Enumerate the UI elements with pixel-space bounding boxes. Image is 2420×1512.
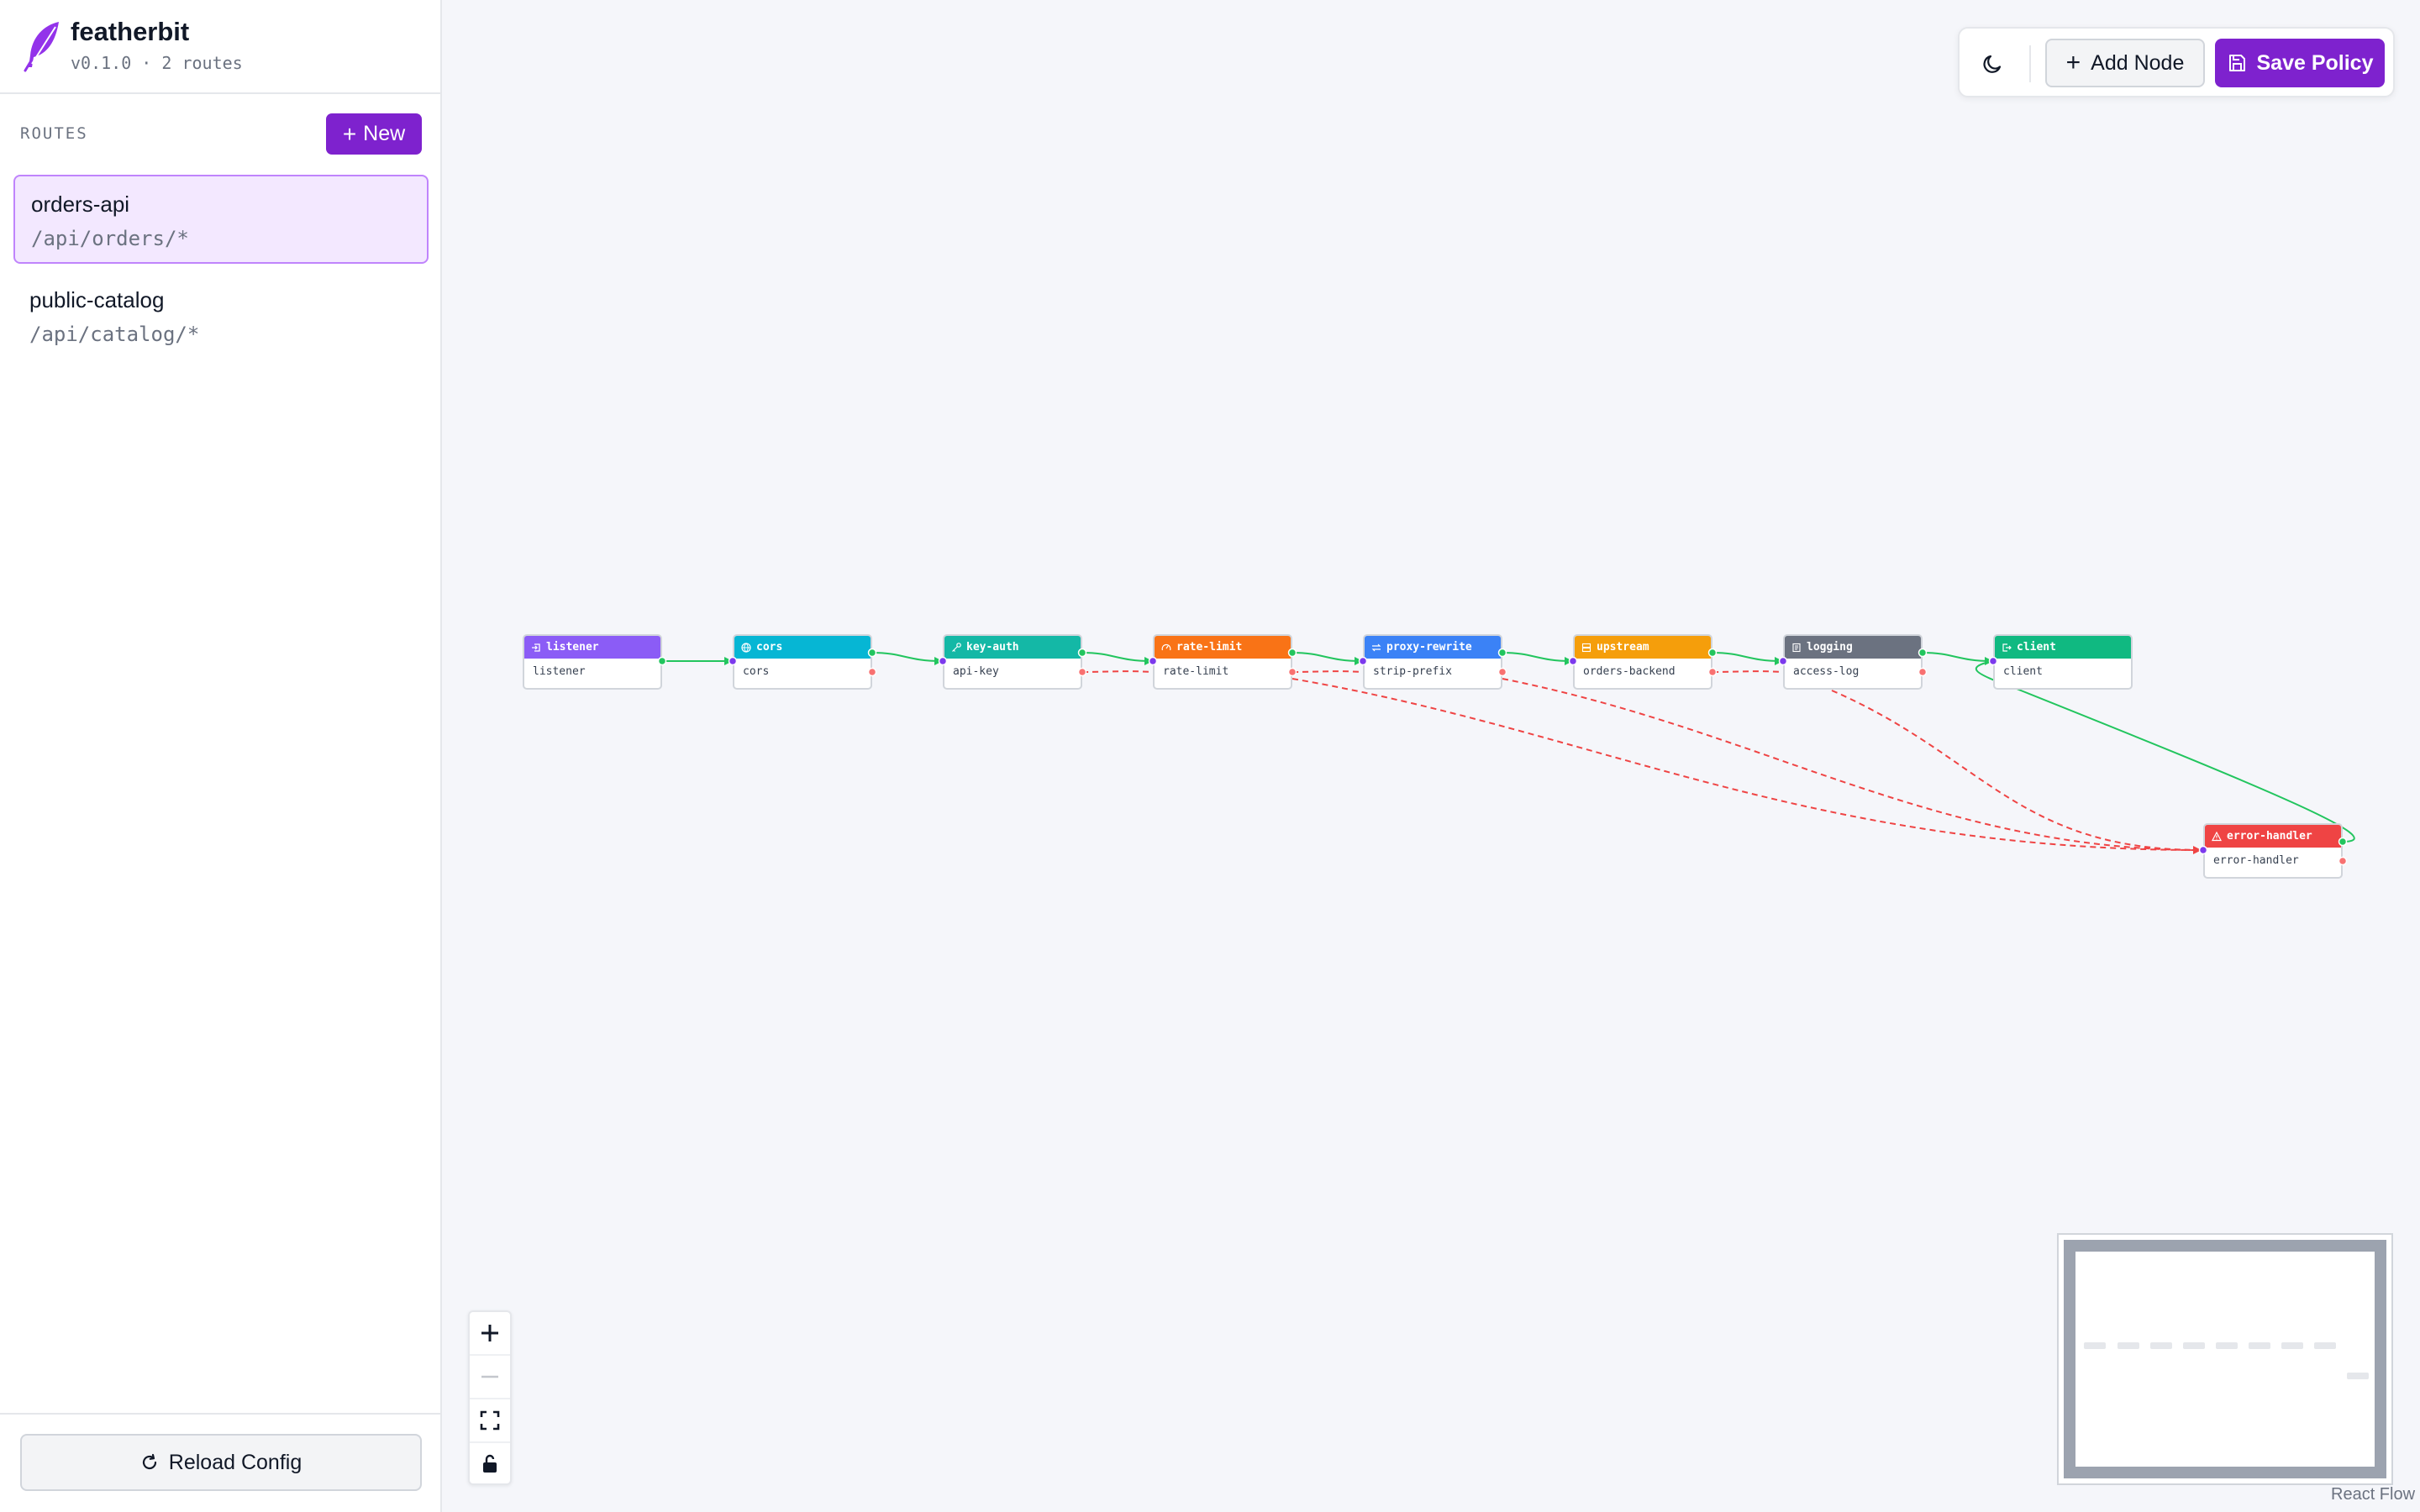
- handle-ok-proxy-rewrite: [1497, 648, 1507, 658]
- minimap[interactable]: [2057, 1233, 2393, 1485]
- theme-toggle-button[interactable]: [1976, 47, 2010, 81]
- handle-in-upstream: [1568, 656, 1578, 666]
- minimap-node: [2150, 1342, 2172, 1349]
- handle-ok-upstream: [1707, 648, 1718, 658]
- minimap-node: [2183, 1342, 2205, 1349]
- fit-view-icon: [480, 1410, 500, 1431]
- save-icon: [2228, 55, 2245, 71]
- minimap-viewport: [2064, 1240, 2386, 1478]
- flow-controls: [468, 1310, 512, 1485]
- lock-button[interactable]: [470, 1443, 510, 1485]
- minimap-node: [2281, 1342, 2303, 1349]
- handle-err-proxy-rewrite: [1497, 667, 1507, 677]
- handle-ok-error-handler: [2338, 837, 2348, 847]
- moon-icon: [1983, 55, 2002, 73]
- add-node-button[interactable]: + Add Node: [2045, 39, 2205, 87]
- handle-err-cors: [867, 667, 877, 677]
- handle-ok-key-auth: [1077, 648, 1087, 658]
- handle-in-proxy-rewrite: [1358, 656, 1368, 666]
- handle-err-upstream: [1707, 667, 1718, 677]
- minimap-node: [2249, 1342, 2270, 1349]
- minimap-node: [2084, 1342, 2106, 1349]
- zoom-in-button[interactable]: [470, 1312, 510, 1356]
- plus-icon: +: [2065, 49, 2081, 76]
- handle-in-rate-limit: [1148, 656, 1158, 666]
- handle-in-logging: [1778, 656, 1788, 666]
- plus-icon: [481, 1325, 498, 1341]
- handle-err-error-handler: [2338, 856, 2348, 866]
- minimap-node: [2347, 1373, 2369, 1379]
- minimap-node: [2314, 1342, 2336, 1349]
- handle-in-cors: [728, 656, 738, 666]
- save-policy-button[interactable]: Save Policy: [2215, 39, 2385, 87]
- handle-ok-logging: [1918, 648, 1928, 658]
- handle-err-rate-limit: [1287, 667, 1297, 677]
- zoom-out-button[interactable]: [470, 1356, 510, 1399]
- handle-err-logging: [1918, 667, 1928, 677]
- handle-in-client: [1988, 656, 1998, 666]
- react-flow-attribution[interactable]: React Flow: [2331, 1485, 2415, 1504]
- canvas-toolbar: + Add Node Save Policy: [1958, 27, 2395, 97]
- add-node-label: Add Node: [2091, 50, 2185, 75]
- toolbar-divider: [2029, 45, 2031, 82]
- handle-ok-rate-limit: [1287, 648, 1297, 658]
- handle-in-key-auth: [938, 656, 948, 666]
- handle-ok-cors: [867, 648, 877, 658]
- handle-in-error-handler: [2198, 845, 2208, 855]
- fit-view-button[interactable]: [470, 1399, 510, 1443]
- lock-icon: [483, 1454, 497, 1473]
- handle-ok-listener: [657, 656, 667, 666]
- minimap-node: [2216, 1342, 2238, 1349]
- handle-err-key-auth: [1077, 667, 1087, 677]
- minus-icon: [481, 1375, 498, 1378]
- save-policy-label: Save Policy: [2256, 50, 2374, 75]
- minimap-node: [2118, 1342, 2139, 1349]
